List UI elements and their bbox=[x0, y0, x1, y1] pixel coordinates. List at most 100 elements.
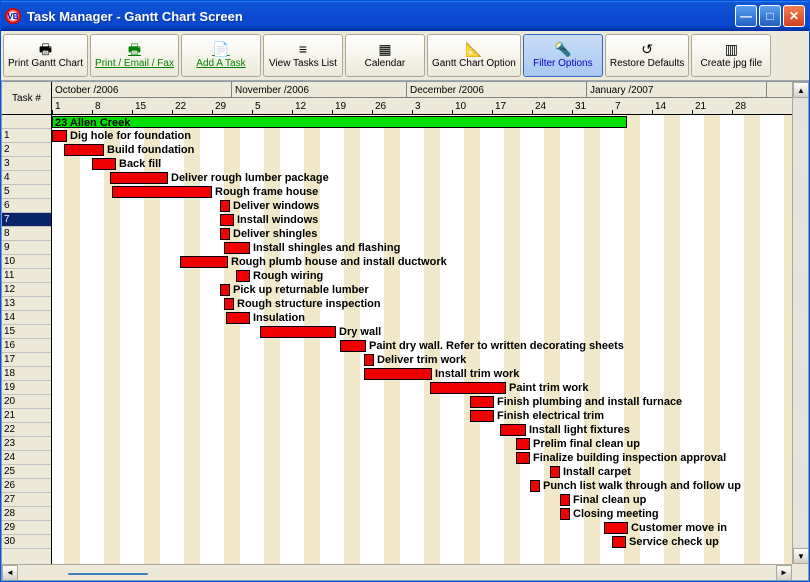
task-number-row[interactable]: 23 bbox=[2, 437, 51, 451]
gantt-bar[interactable] bbox=[260, 326, 336, 338]
gantt-bar[interactable] bbox=[364, 368, 432, 380]
vertical-scrollbar[interactable]: ▲ ▼ bbox=[792, 82, 808, 564]
view-tasks-list-button[interactable]: ≡View Tasks List bbox=[263, 34, 343, 77]
task-number-row[interactable]: 17 bbox=[2, 353, 51, 367]
gantt-bar[interactable] bbox=[226, 312, 250, 324]
day-header: 8 bbox=[95, 98, 101, 115]
task-number-row[interactable]: 22 bbox=[2, 423, 51, 437]
filter-options-button[interactable]: 🔦Filter Options bbox=[523, 34, 603, 77]
maximize-button[interactable]: □ bbox=[759, 5, 781, 27]
minimize-button[interactable]: — bbox=[735, 5, 757, 27]
task-number-row[interactable]: 13 bbox=[2, 297, 51, 311]
task-number-row[interactable]: 11 bbox=[2, 269, 51, 283]
task-number-row[interactable]: 7 bbox=[2, 213, 51, 227]
gantt-bar[interactable] bbox=[550, 466, 560, 478]
print-email-fax-button[interactable]: 🖶Print / Email / Fax bbox=[90, 34, 179, 77]
gantt-row: Finish plumbing and install furnace bbox=[52, 395, 808, 409]
app-window: VB Task Manager - Gantt Chart Screen — □… bbox=[0, 0, 810, 582]
scroll-left-button[interactable]: ◄ bbox=[2, 565, 18, 581]
task-number-row[interactable]: 8 bbox=[2, 227, 51, 241]
task-number-row[interactable]: 15 bbox=[2, 325, 51, 339]
calendar-button[interactable]: ▦Calendar bbox=[345, 34, 425, 77]
scroll-down-button[interactable]: ▼ bbox=[793, 548, 809, 564]
day-header: 17 bbox=[495, 98, 506, 115]
gantt-bar[interactable] bbox=[516, 438, 530, 450]
task-number-row[interactable]: 2 bbox=[2, 143, 51, 157]
print-email-fax-icon: 🖶 bbox=[128, 42, 141, 56]
gantt-bar[interactable] bbox=[110, 172, 168, 184]
gantt-bar[interactable] bbox=[180, 256, 228, 268]
gantt-options-label: Gantt Chart Option bbox=[432, 58, 516, 69]
gantt-bar[interactable] bbox=[500, 424, 526, 436]
task-number-row[interactable]: 29 bbox=[2, 521, 51, 535]
task-number-row[interactable] bbox=[2, 115, 51, 129]
gantt-bar[interactable] bbox=[612, 536, 626, 548]
gantt-bar[interactable] bbox=[224, 298, 234, 310]
day-header: 3 bbox=[415, 98, 421, 115]
scroll-right-button[interactable]: ► bbox=[776, 565, 792, 581]
task-number-row[interactable]: 16 bbox=[2, 339, 51, 353]
gantt-bar[interactable] bbox=[92, 158, 116, 170]
task-number-row[interactable]: 18 bbox=[2, 367, 51, 381]
day-header: 19 bbox=[335, 98, 346, 115]
gantt-bar[interactable] bbox=[112, 186, 212, 198]
gantt-bar[interactable] bbox=[364, 354, 374, 366]
scroll-thumb[interactable] bbox=[68, 573, 148, 575]
gantt-bar[interactable] bbox=[516, 452, 530, 464]
gantt-bar-label: Insulation bbox=[253, 311, 305, 325]
gantt-bar[interactable] bbox=[220, 214, 234, 226]
gantt-body[interactable]: 23 Allen CreekDig hole for foundationBui… bbox=[52, 115, 808, 580]
gantt-bar[interactable] bbox=[52, 130, 67, 142]
gantt-bar[interactable] bbox=[52, 116, 627, 128]
gantt-bar[interactable] bbox=[224, 242, 250, 254]
task-number-row[interactable]: 6 bbox=[2, 199, 51, 213]
day-header: 22 bbox=[175, 98, 186, 115]
task-number-row[interactable]: 25 bbox=[2, 465, 51, 479]
task-number-row[interactable]: 4 bbox=[2, 171, 51, 185]
gantt-bar[interactable] bbox=[340, 340, 366, 352]
gantt-bar[interactable] bbox=[470, 396, 494, 408]
gantt-bar[interactable] bbox=[220, 200, 230, 212]
task-number-row[interactable]: 19 bbox=[2, 381, 51, 395]
task-number-row[interactable]: 12 bbox=[2, 283, 51, 297]
task-number-row[interactable]: 20 bbox=[2, 395, 51, 409]
task-number-row[interactable]: 27 bbox=[2, 493, 51, 507]
task-number-row[interactable]: 21 bbox=[2, 409, 51, 423]
task-number-row[interactable]: 28 bbox=[2, 507, 51, 521]
restore-defaults-button[interactable]: ↺Restore Defaults bbox=[605, 34, 689, 77]
close-button[interactable]: ✕ bbox=[783, 5, 805, 27]
gantt-bar[interactable] bbox=[64, 144, 104, 156]
task-number-row[interactable]: 9 bbox=[2, 241, 51, 255]
gantt-bar[interactable] bbox=[236, 270, 250, 282]
task-number-row[interactable]: 10 bbox=[2, 255, 51, 269]
gantt-row: Dry wall bbox=[52, 325, 808, 339]
gantt-bar[interactable] bbox=[470, 410, 494, 422]
app-icon: VB bbox=[5, 8, 21, 24]
gantt-row: 23 Allen Creek bbox=[52, 115, 808, 129]
add-task-button[interactable]: 📄Add A Task bbox=[181, 34, 261, 77]
task-number-row[interactable]: 3 bbox=[2, 157, 51, 171]
titlebar[interactable]: VB Task Manager - Gantt Chart Screen — □… bbox=[1, 1, 809, 31]
print-gantt-button[interactable]: 🖶Print Gantt Chart bbox=[3, 34, 88, 77]
gantt-bar[interactable] bbox=[604, 522, 628, 534]
gantt-chart[interactable]: F October /2006November /2006December /2… bbox=[52, 82, 808, 580]
create-jpg-button[interactable]: ▥Create jpg file bbox=[691, 34, 771, 77]
gantt-bar[interactable] bbox=[430, 382, 506, 394]
task-number-row[interactable]: 1 bbox=[2, 129, 51, 143]
task-number-row[interactable]: 30 bbox=[2, 535, 51, 549]
task-number-row[interactable]: 5 bbox=[2, 185, 51, 199]
gantt-bar[interactable] bbox=[220, 228, 230, 240]
task-number-row[interactable]: 14 bbox=[2, 311, 51, 325]
task-number-row[interactable]: 26 bbox=[2, 479, 51, 493]
scroll-up-button[interactable]: ▲ bbox=[793, 82, 809, 98]
gantt-options-button[interactable]: 📐Gantt Chart Option bbox=[427, 34, 521, 77]
gantt-row: Finalize building inspection approval bbox=[52, 451, 808, 465]
gantt-bar[interactable] bbox=[560, 494, 570, 506]
calendar-icon: ▦ bbox=[378, 42, 391, 56]
gantt-bar[interactable] bbox=[530, 480, 540, 492]
gantt-bar[interactable] bbox=[220, 284, 230, 296]
task-number-row[interactable]: 24 bbox=[2, 451, 51, 465]
gantt-bar-label: 23 Allen Creek bbox=[55, 116, 130, 130]
horizontal-scrollbar[interactable]: ◄ ► bbox=[2, 564, 792, 580]
gantt-bar[interactable] bbox=[560, 508, 570, 520]
